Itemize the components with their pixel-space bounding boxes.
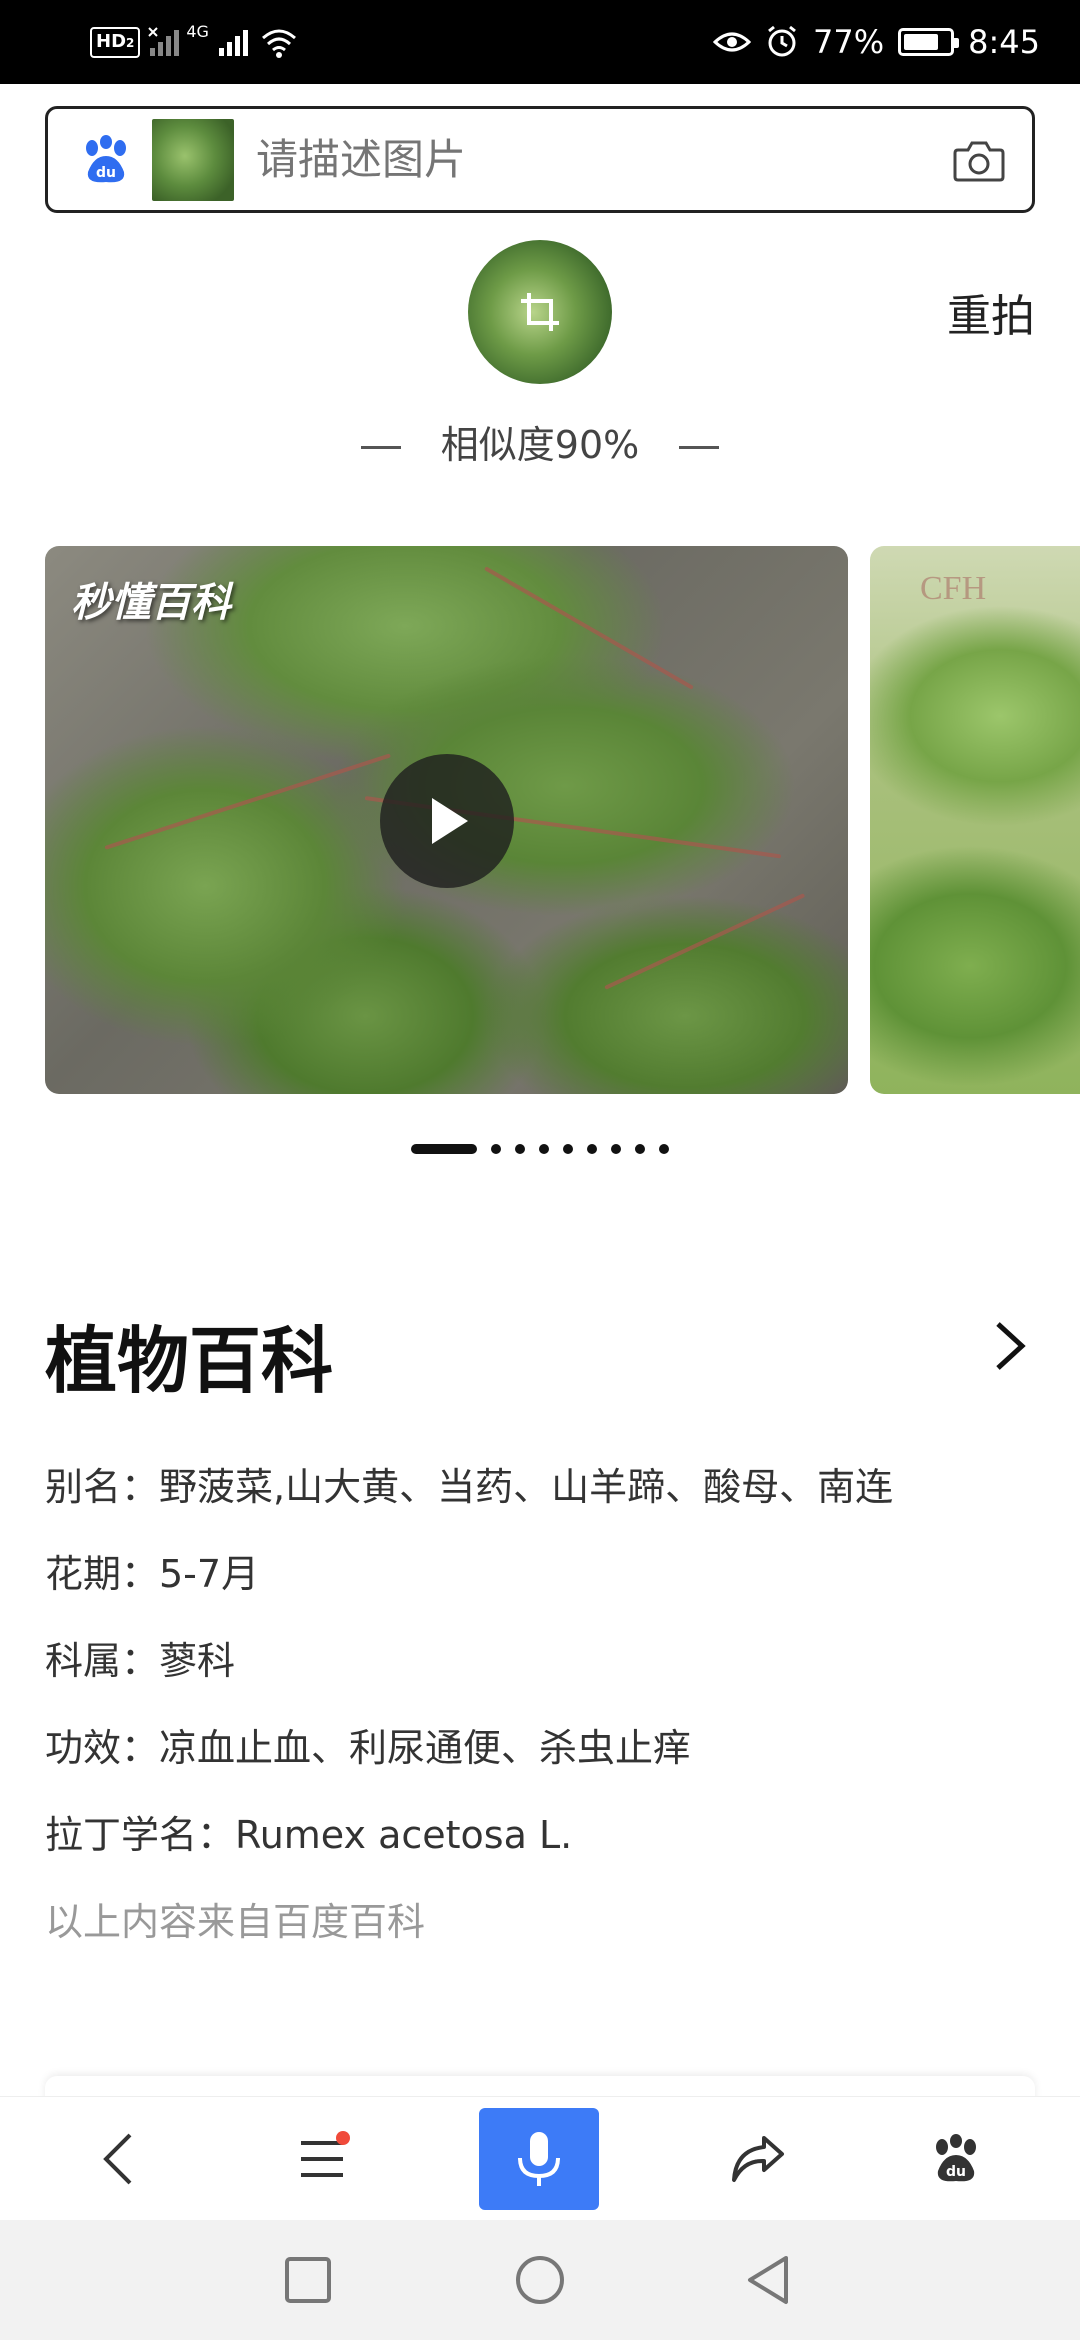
search-input[interactable] (256, 135, 952, 184)
recents-square-icon (285, 2257, 331, 2303)
carousel-dot[interactable] (635, 1144, 645, 1154)
play-button[interactable] (380, 754, 514, 888)
retake-button[interactable]: 重拍 (947, 280, 1035, 344)
source-text[interactable]: 以上内容来自百度百科 (45, 1900, 425, 1944)
info-source[interactable]: 以上内容来自百度百科 (45, 1895, 1045, 1982)
back-triangle-icon (748, 2256, 788, 2304)
play-icon (432, 798, 468, 844)
system-nav-bar (0, 2220, 1080, 2340)
signal-icon (218, 30, 248, 56)
next-slide[interactable]: CFH (870, 546, 1080, 1094)
video-slide[interactable]: 秒懂百科 (45, 546, 848, 1094)
status-left-icons: HD2 4G (90, 22, 299, 62)
battery-percent: 77% (813, 23, 885, 61)
baidu-paw-icon: du (936, 2134, 976, 2182)
carousel-dot[interactable] (659, 1144, 669, 1154)
info-effects: 功效：凉血止血、利尿通便、杀虫止痒 (45, 1726, 692, 1770)
chevron-right-icon[interactable] (992, 1318, 1028, 1374)
carousel-indicator (0, 1144, 1080, 1154)
clock: 8:45 (968, 23, 1040, 61)
network-label: 4G (186, 22, 209, 41)
voice-search-button[interactable] (479, 2108, 599, 2210)
home-button[interactable] (510, 2250, 570, 2310)
alarm-icon (768, 25, 796, 57)
similarity-label: 相似度90% (0, 414, 1080, 469)
carousel-dot[interactable] (515, 1144, 525, 1154)
watermark-text: CFH (920, 570, 987, 607)
info-latin-name: 拉丁学名：Rumex acetosa L. (45, 1813, 573, 1857)
back-button[interactable] (78, 2097, 158, 2221)
battery-fill (904, 34, 939, 50)
baidu-home-button[interactable]: du (916, 2097, 996, 2221)
divider-right (679, 446, 720, 449)
carousel-dot[interactable] (563, 1144, 573, 1154)
leaf-vein (604, 893, 806, 990)
search-bar[interactable]: du (45, 106, 1035, 213)
menu-button[interactable] (282, 2097, 362, 2221)
back-icon (103, 2133, 132, 2185)
eye-comfort-icon (713, 32, 752, 52)
bottom-toolbar: du (0, 2096, 1080, 2220)
carousel-dot[interactable] (411, 1144, 477, 1154)
carousel-dot[interactable] (539, 1144, 549, 1154)
status-right-icons: 77% 8:45 (713, 20, 1040, 64)
similarity-text: 相似度90% (440, 423, 640, 467)
baidu-paw-icon[interactable]: du (80, 134, 132, 186)
svg-text:du: du (946, 2164, 966, 2180)
brand-watermark: 秒懂百科 (71, 580, 231, 626)
crop-icon (521, 293, 559, 331)
svg-text:du: du (96, 165, 116, 181)
share-icon (732, 2136, 784, 2182)
crop-image-button[interactable] (468, 240, 612, 384)
camera-icon[interactable] (952, 136, 1006, 184)
query-thumbnail[interactable] (152, 118, 234, 201)
microphone-icon (518, 2132, 560, 2186)
wifi-icon (261, 29, 296, 58)
share-button[interactable] (718, 2097, 798, 2221)
notification-dot (336, 2131, 350, 2145)
info-alias: 别名：野菠菜,山大黄、当药、山羊蹄、酸母、南连 (45, 1465, 894, 1509)
image-carousel[interactable]: 秒懂百科 CFH (0, 546, 1080, 1094)
carousel-dot[interactable] (587, 1144, 597, 1154)
carousel-dot[interactable] (491, 1144, 501, 1154)
status-bar: HD2 4G 77% 8:45 (0, 0, 1080, 84)
signal-off-icon (148, 27, 180, 56)
system-back-button[interactable] (738, 2250, 798, 2310)
leaf-vein (104, 753, 391, 850)
info-family: 科属：蓼科 (45, 1639, 236, 1683)
recents-button[interactable] (278, 2250, 338, 2310)
leaf-vein (484, 566, 694, 690)
divider-left (360, 446, 401, 449)
section-title: 植物百科 (45, 1319, 334, 1403)
hd-badge: HD2 (90, 26, 141, 58)
plant-info: 别名：野菠菜,山大黄、当药、山羊蹄、酸母、南连 花期：5-7月 科属：蓼科 功效… (45, 1460, 1045, 1982)
home-circle-icon (516, 2256, 564, 2304)
battery-icon (898, 28, 960, 56)
info-flowering: 花期：5-7月 (45, 1552, 260, 1596)
carousel-dot[interactable] (611, 1144, 621, 1154)
